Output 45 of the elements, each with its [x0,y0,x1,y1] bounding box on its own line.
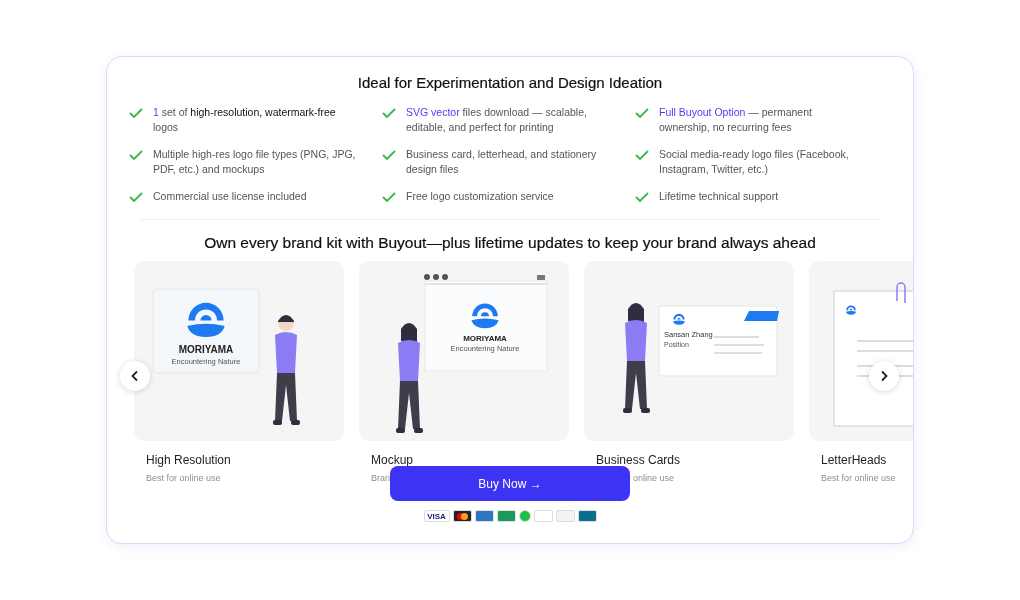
feature-text: Full Buyout Option — permanent ownership, no recurring fees [659,105,813,135]
paperclip-icon [896,282,906,304]
check-icon [129,192,143,202]
card-logo-icon [474,510,494,522]
card-logo-icon [555,510,575,522]
card-logo: VISA [423,510,450,522]
check-icon [129,150,143,160]
feature-text: Business card, letterhead, and stationery design files [406,147,598,177]
feature-text: 1 set of high-resolution, watermark-free logos [153,105,337,135]
logo-icon [471,303,499,329]
play-icon [518,510,531,522]
feature-text: Commercial use license included [153,189,308,204]
buy-now-button[interactable]: Buy Now → [390,466,630,501]
card-logo-icon [577,510,597,522]
check-icon [635,150,649,160]
card-subtitle: Bran [371,473,390,483]
check-icon [382,150,396,160]
check-icon [635,192,649,202]
card-title: LetterHeads [821,453,888,467]
check-icon [129,108,143,118]
card-title: Mockup [371,453,415,467]
logo-icon [845,305,857,315]
check-icon [382,192,396,202]
card-title: Business Cards [596,453,682,467]
feature-text: Social media-ready logo files (Facebook, Instagram, Twitter, etc.) [659,147,850,177]
card-subtitle: Best for online use [146,473,221,483]
card-logo-icon [496,510,516,522]
logo-icon [673,313,685,325]
section-title: Ideal for Experimentation and Design Ideation [357,74,663,91]
logo-icon [187,302,225,337]
previous-button[interactable] [120,361,150,391]
feature-text: SVG vector files download — scalable, editable, and perfect for printing [406,105,588,135]
card-subtitle: Best for online use [821,473,896,483]
logo-name: MORIYAMA [463,334,507,343]
card-title: High Resolution [146,453,232,467]
logo-name: MORIYAMA [178,344,234,355]
feature-text: Lifetime technical support [659,189,780,204]
card-logo-icon [533,510,553,522]
feature-text: Free logo customization service [406,189,555,204]
check-icon [635,108,649,118]
check-icon [382,108,396,118]
feature-text: Multiple high-res logo file types (PNG, JPG, PDF, etc.) and mockups [153,147,357,177]
card-subtitle: online use [633,473,675,483]
card-logo-icon [452,510,472,522]
section-title: Own every brand kit with Buyout—plus lifetime updates to keep your brand always ahead [204,234,816,252]
